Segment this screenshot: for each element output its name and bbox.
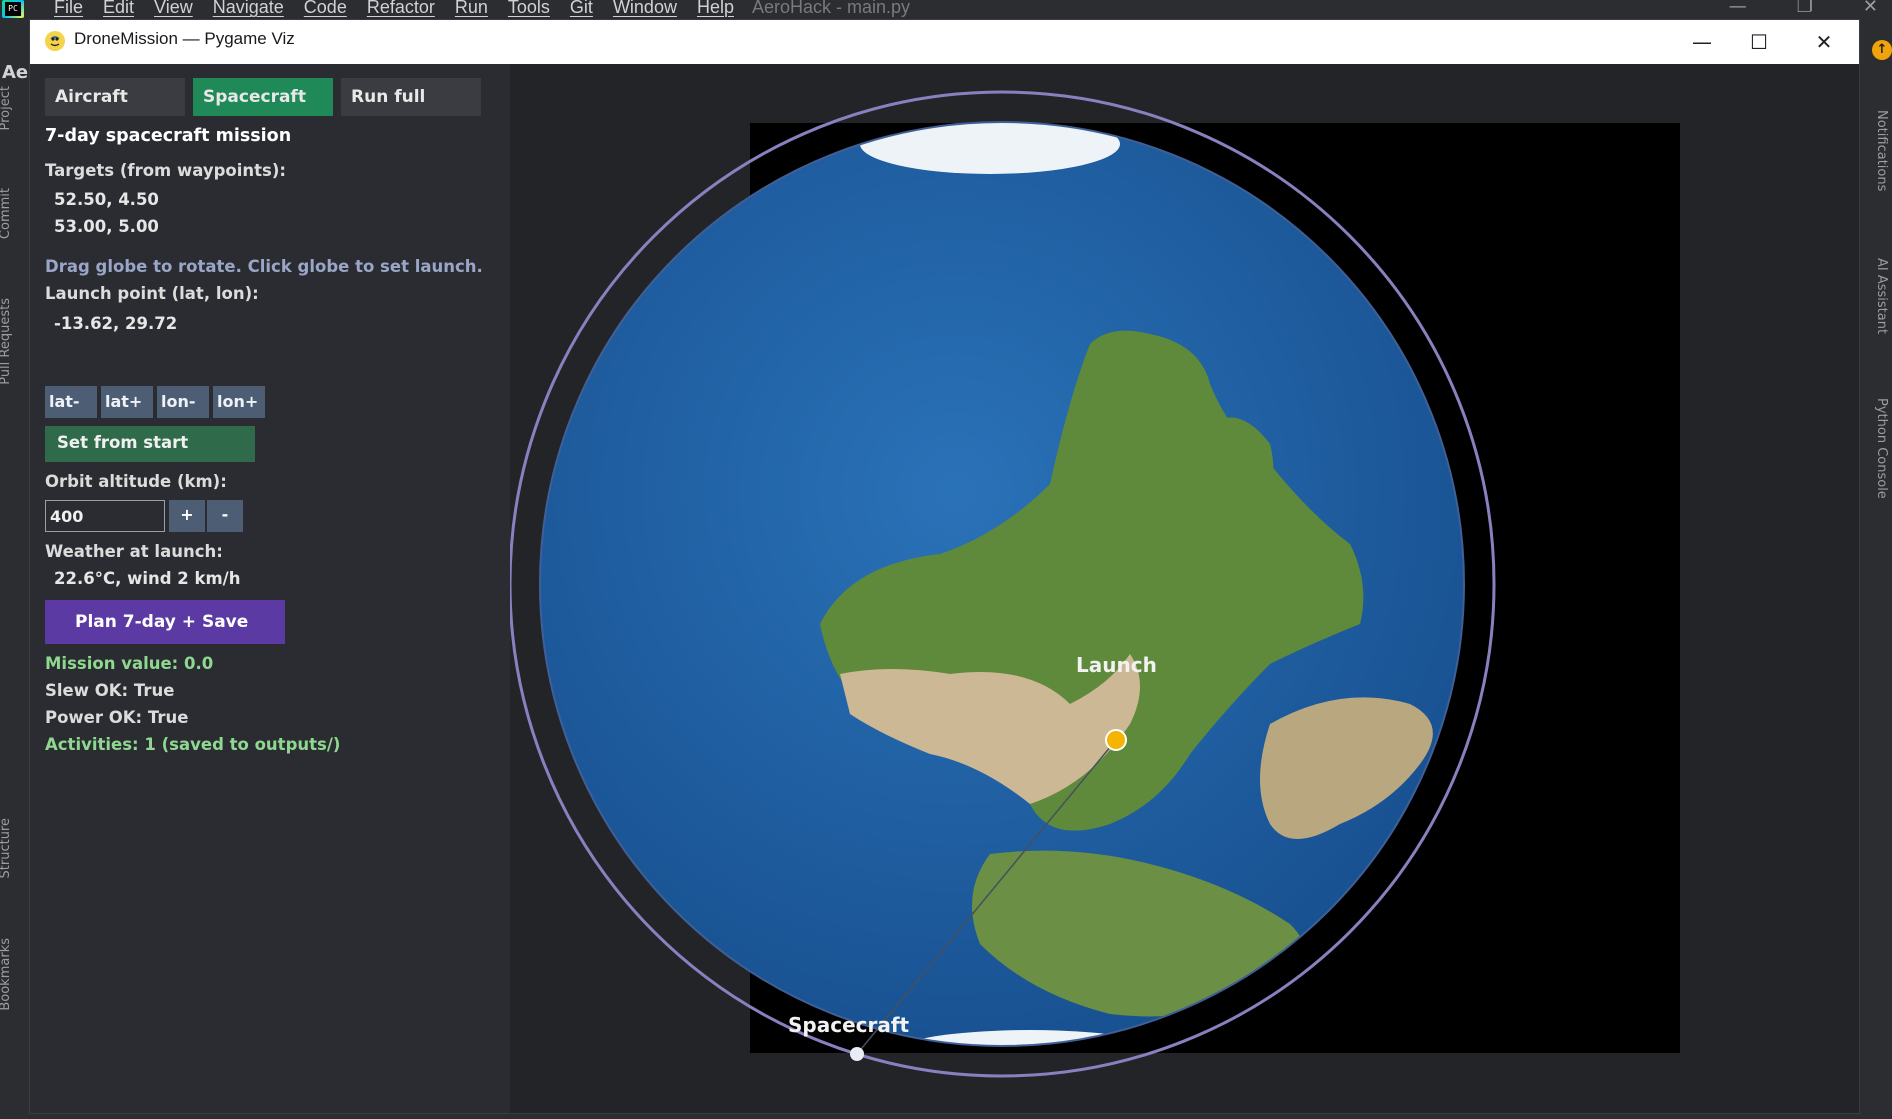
launch-label: Launch — [1076, 653, 1157, 677]
pycharm-logo-icon: PC — [2, 0, 24, 18]
ide-project-title: AeroHack - main.py — [752, 0, 911, 17]
menu-tools[interactable]: Tools — [508, 0, 550, 18]
ide-window-controls: — ❐ ✕ — [1729, 0, 1892, 17]
ide-menu: File Edit View Navigate Code Refactor Ru… — [54, 0, 734, 18]
python-snake-icon — [45, 31, 65, 51]
lat-minus-button[interactable]: lat- — [45, 386, 97, 418]
ide-menubar: PC File Edit View Navigate Code Refactor… — [0, 0, 1892, 18]
menu-git[interactable]: Git — [570, 0, 593, 18]
menu-code[interactable]: Code — [304, 0, 347, 18]
logo-text: PC — [5, 2, 21, 16]
altitude-input[interactable] — [45, 500, 165, 532]
lon-minus-button[interactable]: lon- — [157, 386, 209, 418]
mission-value: Mission value: 0.0 — [45, 654, 214, 673]
minimize-icon: — — [1692, 30, 1712, 54]
menu-window[interactable]: Window — [613, 0, 677, 18]
power-ok-status: Power OK: True — [45, 708, 189, 727]
weather-value: 22.6°C, wind 2 km/h — [54, 569, 241, 588]
menu-navigate[interactable]: Navigate — [213, 0, 284, 18]
launch-point-value: -13.62, 29.72 — [54, 314, 178, 333]
control-sidebar: Aircraft Spacecraft Run full 7-day space… — [30, 64, 510, 1113]
close-button[interactable]: ✕ — [1789, 20, 1859, 64]
drag-hint: Drag globe to rotate. Click globe to set… — [45, 257, 483, 276]
maximize-icon: ☐ — [1750, 30, 1768, 54]
mission-title: 7-day spacecraft mission — [45, 126, 292, 146]
tab-pull-requests[interactable]: Pull Requests — [0, 298, 13, 385]
lat-plus-button[interactable]: lat+ — [101, 386, 153, 418]
menu-run[interactable]: Run — [455, 0, 488, 18]
tab-bookmarks[interactable]: Bookmarks — [0, 938, 13, 1011]
targets-header: Targets (from waypoints): — [45, 161, 287, 180]
project-abbreviation: Ae — [2, 62, 29, 83]
ide-restore-icon[interactable]: ❐ — [1797, 0, 1813, 17]
ide-right-toolstrip: Notifications AI Assistant Python Consol… — [1860, 18, 1892, 1119]
tab-python-console[interactable]: Python Console — [1874, 398, 1889, 499]
tab-notifications[interactable]: Notifications — [1874, 110, 1889, 191]
target-item: 52.50, 4.50 — [54, 190, 159, 209]
launch-point-header: Launch point (lat, lon): — [45, 284, 259, 303]
altitude-header: Orbit altitude (km): — [45, 472, 227, 491]
launch-marker[interactable] — [1105, 729, 1127, 751]
tab-ai-assistant[interactable]: AI Assistant — [1874, 258, 1889, 334]
tab-structure[interactable]: Structure — [0, 818, 13, 878]
close-icon: ✕ — [1815, 30, 1833, 54]
plan-save-button[interactable]: Plan 7-day + Save — [45, 600, 285, 644]
globe-view[interactable]: Launch Spacecraft — [510, 64, 1859, 1113]
activities-status: Activities: 1 (saved to outputs/) — [45, 735, 341, 754]
spacecraft-label: Spacecraft — [788, 1013, 910, 1037]
menu-help[interactable]: Help — [697, 0, 734, 18]
tab-run-full[interactable]: Run full — [341, 78, 481, 116]
menu-refactor[interactable]: Refactor — [367, 0, 435, 18]
tab-commit[interactable]: Commit — [0, 188, 13, 239]
slew-ok-status: Slew OK: True — [45, 681, 175, 700]
target-item: 53.00, 5.00 — [54, 217, 159, 236]
globe-canvas[interactable]: Launch Spacecraft — [510, 64, 1859, 1113]
ide-left-toolstrip: Ae Project Commit Pull Requests Structur… — [0, 18, 30, 1119]
altitude-plus-button[interactable]: + — [169, 500, 205, 532]
ide-close-icon[interactable]: ✕ — [1863, 0, 1878, 17]
tab-spacecraft[interactable]: Spacecraft — [193, 78, 333, 116]
window-titlebar: DroneMission — Pygame Viz — ☐ ✕ — [30, 20, 1859, 64]
pygame-window: DroneMission — Pygame Viz — ☐ ✕ Aircraft… — [30, 20, 1859, 1113]
spacecraft-marker[interactable] — [850, 1047, 864, 1061]
set-from-start-button[interactable]: Set from start — [45, 426, 255, 462]
weather-header: Weather at launch: — [45, 542, 223, 561]
ide-minimize-icon[interactable]: — — [1729, 0, 1747, 17]
tab-project[interactable]: Project — [0, 86, 13, 130]
menu-view[interactable]: View — [154, 0, 193, 18]
tab-aircraft[interactable]: Aircraft — [45, 78, 185, 116]
menu-file[interactable]: File — [54, 0, 83, 18]
maximize-button[interactable]: ☐ — [1724, 20, 1794, 64]
altitude-minus-button[interactable]: - — [207, 500, 243, 532]
lon-plus-button[interactable]: lon+ — [213, 386, 265, 418]
menu-edit[interactable]: Edit — [103, 0, 134, 18]
window-title: DroneMission — Pygame Viz — [74, 29, 295, 48]
update-icon[interactable]: ↑ — [1872, 40, 1892, 60]
